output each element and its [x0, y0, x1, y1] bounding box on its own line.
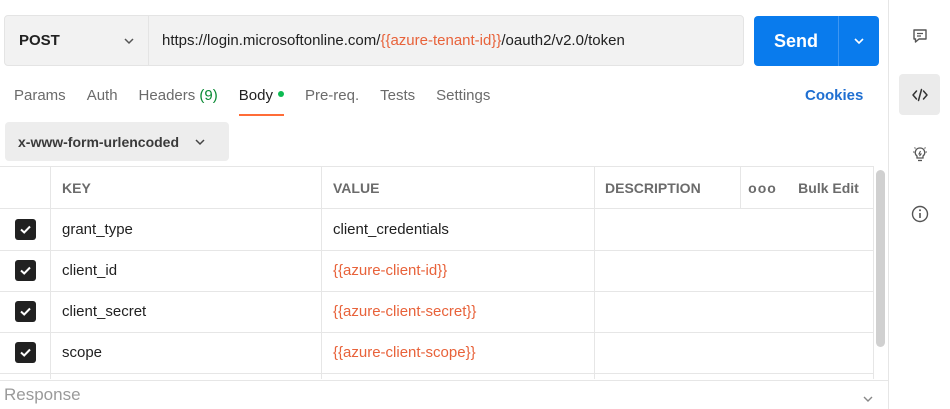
tab-body-label: Body [238, 87, 273, 104]
info-button[interactable] [899, 193, 940, 234]
checkmark-icon [19, 266, 31, 275]
params-table: KEY VALUE DESCRIPTION ooo Bulk Edit gran… [0, 166, 874, 379]
row-key[interactable] [50, 373, 321, 379]
comments-button[interactable] [899, 15, 940, 56]
method-label: POST [19, 32, 60, 49]
table-row: grant_type client_credentials [0, 209, 874, 251]
table-row: scope {{azure-client-scope}} [0, 332, 874, 374]
request-tabs: Params Auth Headers (9) Body Pre-req. Te… [14, 86, 511, 116]
row-description[interactable] [594, 332, 874, 373]
row-check-cell [0, 291, 50, 332]
documentation-button[interactable] [899, 133, 940, 174]
row-check-cell [0, 373, 50, 379]
table-header-row: KEY VALUE DESCRIPTION ooo Bulk Edit [0, 167, 874, 209]
tab-headers-label: Headers [138, 87, 196, 104]
cookies-link[interactable]: Cookies [805, 86, 863, 106]
tab-prereq-label: Pre-req. [304, 87, 360, 104]
table-row: client_id {{azure-client-id}} [0, 250, 874, 292]
send-button-group: Send [754, 16, 879, 66]
tab-headers[interactable]: Headers (9) [139, 86, 218, 116]
send-button[interactable]: Send [754, 16, 838, 66]
send-options-button[interactable] [839, 16, 879, 66]
url-path: /oauth2/v2.0/token [501, 32, 625, 49]
row-key[interactable]: grant_type [50, 209, 321, 250]
url-base: https://login.microsoftonline.com/ [162, 32, 381, 49]
header-description: DESCRIPTION [594, 167, 740, 208]
code-button[interactable] [899, 74, 940, 115]
row-check-cell [0, 209, 50, 250]
tab-params-label: Params [14, 87, 66, 104]
more-options-button[interactable]: ooo [740, 167, 784, 208]
row-key[interactable]: client_id [50, 250, 321, 291]
row-checkbox[interactable] [14, 219, 36, 240]
row-value[interactable] [321, 373, 594, 379]
tab-tests[interactable]: Tests [380, 86, 415, 116]
checkmark-icon [19, 307, 31, 316]
chevron-down-icon[interactable] [861, 392, 875, 406]
tab-body[interactable]: Body [238, 86, 285, 116]
bulk-edit-button[interactable]: Bulk Edit [784, 167, 874, 208]
row-checkbox[interactable] [14, 260, 36, 281]
info-icon [911, 205, 928, 222]
method-select[interactable]: POST [5, 16, 149, 65]
checkmark-icon [19, 225, 31, 234]
tab-prereq[interactable]: Pre-req. [305, 86, 359, 116]
chevron-down-icon [124, 37, 134, 44]
checkmark-icon [19, 348, 31, 357]
tab-auth-label: Auth [86, 87, 118, 104]
row-description[interactable] [594, 373, 874, 379]
response-label: Response [4, 385, 81, 404]
response-panel-header[interactable]: Response [0, 380, 888, 409]
url-bar: POST https://login.microsoftonline.com/{… [4, 15, 744, 66]
tab-auth[interactable]: Auth [87, 86, 118, 116]
row-value[interactable]: {{azure-client-id}} [321, 250, 594, 291]
row-description[interactable] [594, 291, 874, 332]
chevron-down-icon [854, 38, 864, 45]
table-row-empty [0, 373, 874, 379]
table-row: client_secret {{azure-client-secret}} [0, 291, 874, 333]
code-icon [911, 88, 928, 101]
row-key[interactable]: client_secret [50, 291, 321, 332]
row-value[interactable]: {{azure-client-secret}} [321, 291, 594, 332]
header-check-cell [0, 167, 50, 208]
tab-tests-label: Tests [380, 87, 416, 104]
tab-params[interactable]: Params [14, 86, 66, 116]
url-input[interactable]: https://login.microsoftonline.com/{{azur… [149, 16, 743, 65]
header-value: VALUE [321, 167, 594, 208]
table-scrollbar[interactable] [876, 170, 885, 347]
row-value[interactable]: client_credentials [321, 209, 594, 250]
row-checkbox[interactable] [14, 342, 36, 363]
body-type-label: x-www-form-urlencoded [18, 133, 180, 150]
right-sidebar [888, 0, 950, 409]
body-indicator-dot [277, 91, 284, 98]
headers-count: (9) [199, 87, 218, 104]
chevron-down-icon [195, 138, 205, 145]
tab-settings[interactable]: Settings [436, 86, 490, 116]
tab-settings-label: Settings [436, 87, 491, 104]
lightbulb-icon [912, 146, 927, 161]
body-type-select[interactable]: x-www-form-urlencoded [5, 122, 229, 161]
comment-icon [912, 28, 927, 43]
row-key[interactable]: scope [50, 332, 321, 373]
row-description[interactable] [594, 250, 874, 291]
row-check-cell [0, 332, 50, 373]
row-description[interactable] [594, 209, 874, 250]
row-checkbox[interactable] [14, 301, 36, 322]
row-check-cell [0, 250, 50, 291]
header-key: KEY [50, 167, 321, 208]
row-value[interactable]: {{azure-client-scope}} [321, 332, 594, 373]
url-variable: {{azure-tenant-id}} [380, 32, 502, 49]
